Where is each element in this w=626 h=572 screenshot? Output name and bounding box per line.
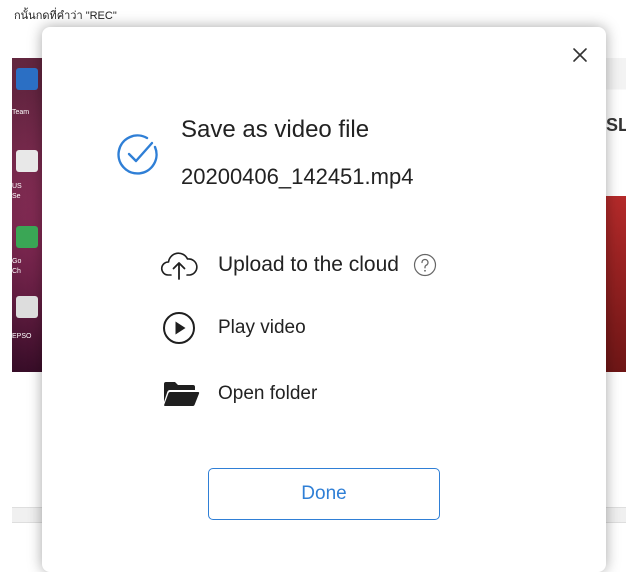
desktop-icon-label: US [12,183,22,190]
desktop-icon-label: Se [12,193,21,200]
upload-to-cloud-action[interactable]: Upload to the cloud [160,246,437,284]
desktop-icon-label: Ch [12,268,21,275]
background-caption: กนั้นกดที่คำว่า "REC" [14,10,117,22]
save-video-dialog: Save as video file 20200406_142451.mp4 U… [42,27,606,572]
desktop-app-icon [16,226,38,248]
desktop-icon-label: EPSO [12,333,32,340]
upload-to-cloud-label: Upload to the cloud [218,253,399,276]
dialog-title: Save as video file [181,116,370,143]
desktop-app-icon [16,68,38,90]
question-circle-icon[interactable] [413,253,437,277]
open-folder-action[interactable]: Open folder [162,376,317,412]
play-circle-icon [163,312,195,344]
desktop-icon-label: Go [12,258,22,265]
cloud-upload-icon [160,252,198,280]
play-video-label: Play video [218,317,306,338]
desktop-app-icon [16,150,38,172]
desktop-icon-label: Team [12,109,30,116]
check-circle-icon [117,134,158,175]
play-video-action[interactable]: Play video [162,310,306,346]
video-filename: 20200406_142451.mp4 [181,164,414,189]
background-right-text: SL [606,115,626,135]
close-button[interactable] [566,41,594,69]
open-folder-label: Open folder [218,383,318,404]
close-icon [573,48,587,62]
desktop-app-icon [16,296,38,318]
folder-icon [164,382,200,406]
done-button[interactable]: Done [208,468,440,520]
